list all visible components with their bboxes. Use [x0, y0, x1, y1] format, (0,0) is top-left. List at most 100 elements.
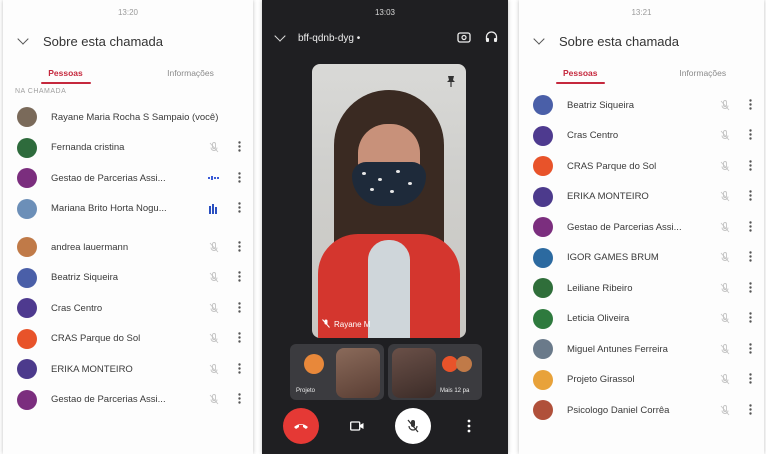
chevron-down-icon[interactable] [274, 30, 286, 42]
tab-pessoas[interactable]: Pessoas [519, 58, 642, 88]
tab-informacoes[interactable]: Informações [642, 58, 765, 88]
thumbnail-tile[interactable]: Projeto [290, 344, 384, 400]
tab-bar: Pessoas Informações [3, 58, 253, 88]
participant-row[interactable]: ERIKA MONTEIRO [519, 182, 764, 213]
more-vert-icon[interactable] [748, 343, 752, 356]
status-bar: 13:20 [3, 0, 253, 24]
participant-name: Rayane Maria Rocha S Sampaio (você) [51, 111, 219, 123]
mic-off-icon [718, 312, 732, 326]
thumbnail-tile[interactable]: Mais 12 pa [388, 344, 482, 400]
participant-name: IGOR GAMES BRUM [567, 252, 659, 264]
people-panel-left: 13:20 Sobre esta chamada Pessoas Informa… [3, 0, 253, 454]
mic-off-icon [207, 240, 221, 254]
more-vert-icon[interactable] [237, 302, 241, 315]
more-vert-icon[interactable] [748, 404, 752, 417]
participant-name: Leiliane Ribeiro [567, 282, 633, 294]
participant-row[interactable]: ERIKA MONTEIRO [3, 354, 253, 385]
participant-name: ERIKA MONTEIRO [51, 363, 133, 375]
participant-name: Gestao de Parcerias Assi... [567, 221, 682, 233]
letter-avatar-icon [533, 217, 553, 238]
camera-toggle-button[interactable] [339, 408, 375, 444]
main-video-tile[interactable]: Rayane M [312, 64, 466, 338]
more-vert-icon[interactable] [237, 271, 241, 284]
letter-avatar-icon [533, 308, 553, 329]
participant-row[interactable]: CRAS Parque do Sol [3, 324, 253, 355]
people-panel-right: 13:21 Sobre esta chamada Pessoas Informa… [519, 0, 764, 454]
participant-row[interactable]: Gestao de Parcerias Assi... [3, 385, 253, 416]
letter-avatar-icon [533, 125, 553, 146]
participant-row[interactable]: Mariana Brito Horta Nogu... [3, 194, 253, 225]
participant-row[interactable]: Psicologo Daniel Corrêa [519, 395, 764, 426]
chevron-down-icon[interactable] [533, 33, 545, 45]
more-vert-icon[interactable] [237, 202, 241, 215]
mic-off-icon [718, 373, 732, 387]
more-vert-icon[interactable] [237, 141, 241, 154]
mic-off-icon [718, 251, 732, 265]
participant-row[interactable]: Beatriz Siqueira [3, 263, 253, 294]
mic-off-icon [207, 141, 221, 155]
participant-name: Cras Centro [567, 130, 619, 142]
participant-name: Mariana Brito Horta Nogu... [51, 203, 167, 215]
mic-off-icon [718, 190, 732, 204]
participant-row[interactable]: Rayane Maria Rocha S Sampaio (você) [3, 102, 253, 133]
panel-title: Sobre esta chamada [43, 33, 163, 49]
tab-informacoes[interactable]: Informações [128, 58, 253, 88]
more-vert-icon[interactable] [748, 99, 752, 112]
mic-off-icon [718, 129, 732, 143]
participant-row[interactable]: Projeto Girassol [519, 365, 764, 396]
pin-icon[interactable] [446, 74, 456, 92]
more-vert-icon[interactable] [237, 241, 241, 254]
participant-row[interactable]: Leiliane Ribeiro [519, 273, 764, 304]
participant-row[interactable]: Cras Centro [519, 121, 764, 152]
headphones-icon[interactable] [485, 30, 498, 46]
participant-name: andrea lauermann [51, 241, 129, 253]
participant-row[interactable]: Leticia Oliveira [519, 304, 764, 335]
participant-name: Gestao de Parcerias Assi... [51, 172, 166, 184]
participant-row[interactable]: Fernanda cristina [3, 133, 253, 164]
letter-avatar-icon [533, 186, 553, 207]
participant-name: Gestao de Parcerias Assi... [51, 394, 166, 406]
mic-toggle-button[interactable] [395, 408, 431, 444]
more-options-button[interactable] [451, 408, 487, 444]
participant-row[interactable]: andrea lauermann [3, 232, 253, 263]
more-vert-icon[interactable] [748, 312, 752, 325]
participant-row[interactable]: Gestao de Parcerias Assi... [519, 212, 764, 243]
mic-off-icon [718, 342, 732, 356]
letter-avatar-icon [17, 267, 37, 288]
letter-avatar-icon [17, 137, 37, 158]
more-vert-icon[interactable] [748, 221, 752, 234]
more-vert-icon[interactable] [237, 172, 241, 185]
more-vert-icon[interactable] [748, 251, 752, 264]
end-call-button[interactable] [283, 408, 319, 444]
more-vert-icon[interactable] [237, 363, 241, 376]
meeting-code[interactable]: bff-qdnb-dyg • [298, 33, 457, 44]
participant-row[interactable]: Beatriz Siqueira [519, 90, 764, 121]
more-vert-icon[interactable] [748, 373, 752, 386]
photo-avatar-icon [17, 107, 37, 128]
participant-name: Leticia Oliveira [567, 313, 630, 325]
status-time: 13:20 [117, 7, 139, 17]
panel-header: Sobre esta chamada [519, 24, 764, 58]
camera-switch-icon[interactable] [457, 31, 471, 46]
call-controls [262, 408, 508, 444]
mic-off-icon [322, 319, 330, 330]
more-vert-icon[interactable] [748, 160, 752, 173]
call-top-bar: bff-qdnb-dyg • [262, 24, 508, 52]
participant-row[interactable]: IGOR GAMES BRUM [519, 243, 764, 274]
more-vert-icon[interactable] [748, 129, 752, 142]
letter-avatar-icon [17, 298, 37, 319]
chevron-down-icon[interactable] [17, 33, 29, 45]
letter-avatar-icon [533, 156, 553, 177]
more-vert-icon[interactable] [237, 332, 241, 345]
photo-avatar-icon [17, 237, 37, 258]
tab-pessoas[interactable]: Pessoas [3, 58, 128, 88]
more-vert-icon[interactable] [748, 190, 752, 203]
mic-off-icon [718, 159, 732, 173]
more-vert-icon[interactable] [748, 282, 752, 295]
participant-row[interactable]: Gestao de Parcerias Assi... [3, 163, 253, 194]
participant-row[interactable]: Cras Centro [3, 293, 253, 324]
participant-list: Beatriz Siqueira Cras Centro CRAS Parque d… [519, 88, 764, 426]
participant-row[interactable]: CRAS Parque do Sol [519, 151, 764, 182]
participant-row[interactable]: Miguel Antunes Ferreira [519, 334, 764, 365]
more-vert-icon[interactable] [237, 393, 241, 406]
